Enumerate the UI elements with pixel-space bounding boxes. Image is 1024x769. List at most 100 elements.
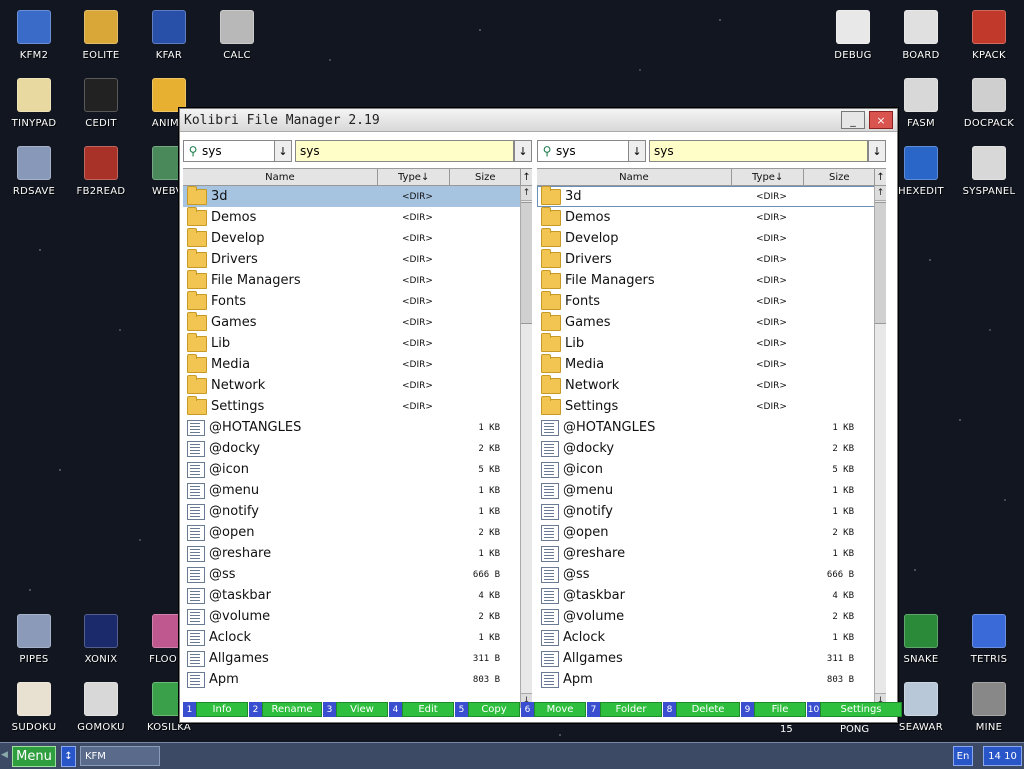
table-row[interactable]: Settings <DIR> <box>537 395 875 417</box>
vertical-scrollbar[interactable]: ↑ ↓ <box>520 186 532 708</box>
desktop-icon-docpack[interactable]: DOCPACK <box>957 70 1021 132</box>
table-row[interactable]: Aclock 1 KB <box>183 627 521 648</box>
table-row[interactable]: @open 2 KB <box>183 522 521 543</box>
table-row[interactable]: Develop <DIR> <box>183 227 521 249</box>
table-row[interactable]: Allgames 311 B <box>537 648 875 669</box>
drive-dropdown-button[interactable]: ↓ <box>629 140 646 162</box>
table-row[interactable]: @taskbar 4 KB <box>537 585 875 606</box>
table-row[interactable]: @ss 666 B <box>537 564 875 585</box>
desktop-icon-board[interactable]: BOARD <box>889 2 953 64</box>
table-row[interactable]: Fonts <DIR> <box>183 290 521 312</box>
column-size[interactable]: Size <box>450 169 522 185</box>
path-field[interactable]: sys <box>649 140 868 162</box>
table-row[interactable]: Develop <DIR> <box>537 227 875 249</box>
column-type[interactable]: Type↓ <box>732 169 805 185</box>
table-row[interactable]: Fonts <DIR> <box>537 290 875 312</box>
desktop-icon-gomoku[interactable]: GOMOKU <box>69 674 133 736</box>
column-name[interactable]: Name <box>537 169 732 185</box>
left-panel[interactable]: ⚲ sys ↓ sys ↓ Name Type↓ Size ↑ 3d <DIR> D… <box>183 140 532 708</box>
table-row[interactable]: Games <DIR> <box>537 311 875 333</box>
table-row[interactable]: @notify 1 KB <box>537 501 875 522</box>
file-list[interactable]: 3d <DIR> Demos <DIR> Develop <DIR> Drivers <DIR… <box>537 186 886 692</box>
table-row[interactable]: Lib <DIR> <box>183 332 521 354</box>
fkey-file[interactable]: 9 File <box>741 702 806 717</box>
fkey-copy[interactable]: 5 Copy <box>455 702 520 717</box>
table-row[interactable]: @icon 5 KB <box>183 459 521 480</box>
path-dropdown-button[interactable]: ↓ <box>868 140 886 162</box>
desktop-icon-pipes[interactable]: PIPES <box>2 606 66 668</box>
desktop-icon-cedit[interactable]: CEDIT <box>69 70 133 132</box>
table-row[interactable]: @notify 1 KB <box>183 501 521 522</box>
table-row[interactable]: Aclock 1 KB <box>537 627 875 648</box>
right-panel[interactable]: ⚲ sys ↓ sys ↓ Name Type↓ Size ↑ 3d <DIR> D… <box>537 140 886 708</box>
table-row[interactable]: @menu 1 KB <box>537 480 875 501</box>
fkey-move[interactable]: 6 Move <box>521 702 586 717</box>
clock[interactable]: 14 10 <box>983 746 1022 766</box>
switch-arrows-icon[interactable]: ↕ <box>61 746 76 767</box>
desktop-icon-kpack[interactable]: KPACK <box>957 2 1021 64</box>
desktop-icon-fasm[interactable]: FASM <box>889 70 953 132</box>
window-titlebar[interactable]: Kolibri File Manager 2.19 _ × <box>180 109 897 132</box>
desktop-icon-fb2read[interactable]: FB2READ <box>69 138 133 200</box>
drive-select[interactable]: ⚲ sys <box>183 140 275 162</box>
desktop-icon-mine[interactable]: MINE <box>957 674 1021 736</box>
desktop-icon-eolite[interactable]: EOLITE <box>69 2 133 64</box>
table-row[interactable]: Drivers <DIR> <box>183 248 521 270</box>
table-row[interactable]: Apm 803 B <box>183 669 521 690</box>
pong-icon-label[interactable]: PONG <box>840 724 869 735</box>
desktop-icon-calc[interactable]: CALC <box>205 2 269 64</box>
file-manager-window[interactable]: Kolibri File Manager 2.19 _ × ⚲ sys ↓ sy… <box>179 108 902 723</box>
table-row[interactable]: @ss 666 B <box>183 564 521 585</box>
desktop-icon-kfar[interactable]: KFAR <box>137 2 201 64</box>
vertical-scrollbar[interactable]: ↑ ↓ <box>874 186 886 708</box>
column-name[interactable]: Name <box>183 169 378 185</box>
parent-dir-icon[interactable]: ↑ <box>521 169 532 185</box>
table-row[interactable]: @reshare 1 KB <box>537 543 875 564</box>
column-size[interactable]: Size <box>804 169 876 185</box>
table-row[interactable]: @HOTANGLES 1 KB <box>183 417 521 438</box>
desktop-icon-kfm2[interactable]: KFM2 <box>2 2 66 64</box>
fkey-view[interactable]: 3 View <box>323 702 388 717</box>
fkey-folder[interactable]: 7 Folder <box>587 702 662 717</box>
desktop-icon-hexedit[interactable]: HEXEDIT <box>889 138 953 200</box>
table-row[interactable]: File Managers <DIR> <box>183 269 521 291</box>
table-row[interactable]: Settings <DIR> <box>183 395 521 417</box>
fkey-info[interactable]: 1 Info <box>183 702 248 717</box>
scroll-up-icon[interactable]: ↑ <box>521 186 532 201</box>
task-kfm[interactable]: KFM <box>80 746 160 766</box>
desktop-icon-rdsave[interactable]: RDSAVE <box>2 138 66 200</box>
table-row[interactable]: Lib <DIR> <box>537 332 875 354</box>
desktop-icon-tetris[interactable]: TETRIS <box>957 606 1021 668</box>
table-row[interactable]: @HOTANGLES 1 KB <box>537 417 875 438</box>
table-row[interactable]: Network <DIR> <box>537 374 875 396</box>
table-row[interactable]: Demos <DIR> <box>537 206 875 228</box>
desktop-icon-sudoku[interactable]: SUDOKU <box>2 674 66 736</box>
scroll-up-icon[interactable]: ↑ <box>875 186 886 201</box>
table-row[interactable]: @open 2 KB <box>537 522 875 543</box>
parent-dir-icon[interactable]: ↑ <box>875 169 886 185</box>
language-indicator[interactable]: En <box>953 746 973 766</box>
table-row[interactable]: @taskbar 4 KB <box>183 585 521 606</box>
fkey-delete[interactable]: 8 Delete <box>663 702 740 717</box>
fkey-edit[interactable]: 4 Edit <box>389 702 454 717</box>
table-row[interactable]: @docky 2 KB <box>537 438 875 459</box>
table-row[interactable]: Network <DIR> <box>183 374 521 396</box>
desktop-icon-snake[interactable]: SNAKE <box>889 606 953 668</box>
table-row[interactable]: Apm 803 B <box>537 669 875 690</box>
table-row[interactable]: Allgames 311 B <box>183 648 521 669</box>
desktop-icon-xonix[interactable]: XONIX <box>69 606 133 668</box>
table-row[interactable]: 3d <DIR> <box>537 186 875 207</box>
fkey-settings[interactable]: 10 Settings <box>807 702 902 717</box>
table-row[interactable]: Drivers <DIR> <box>537 248 875 270</box>
minimize-button[interactable]: _ <box>841 111 865 129</box>
table-row[interactable]: 3d <DIR> <box>183 186 521 207</box>
close-button[interactable]: × <box>869 111 893 129</box>
table-row[interactable]: @icon 5 KB <box>537 459 875 480</box>
taskbar-left-arrow-icon[interactable]: ◀ <box>1 750 8 760</box>
drive-select[interactable]: ⚲ sys <box>537 140 629 162</box>
table-row[interactable]: @volume 2 KB <box>183 606 521 627</box>
table-row[interactable]: File Managers <DIR> <box>537 269 875 291</box>
fkey-rename[interactable]: 2 Rename <box>249 702 322 717</box>
table-row[interactable]: @docky 2 KB <box>183 438 521 459</box>
table-row[interactable]: @reshare 1 KB <box>183 543 521 564</box>
